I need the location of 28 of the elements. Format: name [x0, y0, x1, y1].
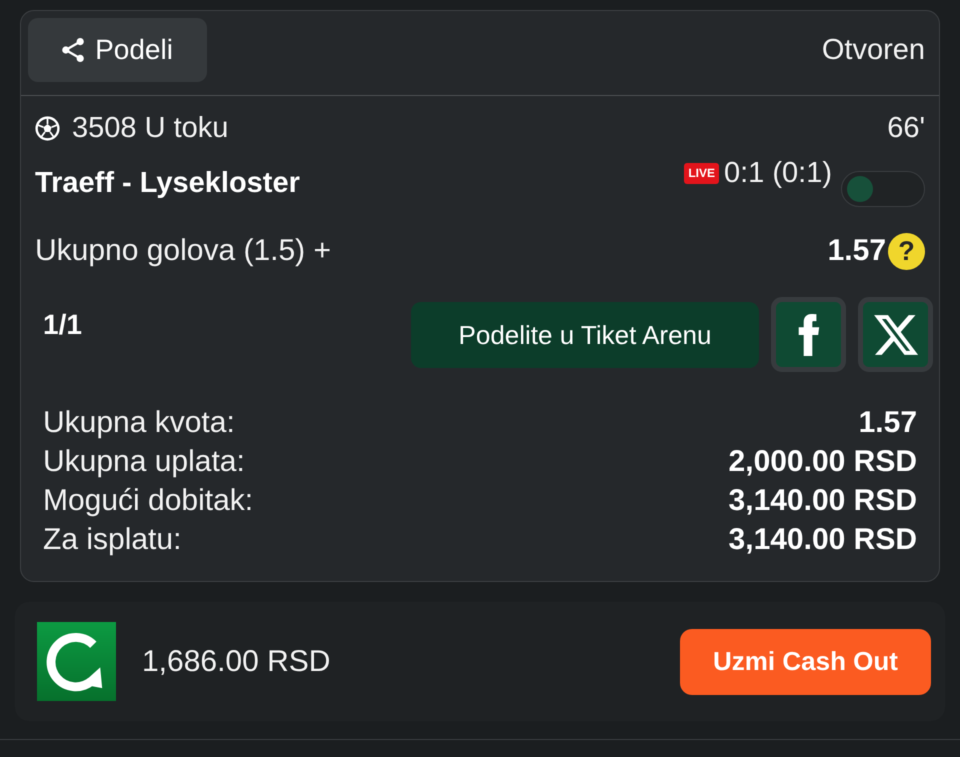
cash-out-amount: 1,686.00 RSD	[142, 644, 330, 678]
summary-value: 3,140.00 RSD	[728, 522, 917, 556]
match-teams: Traeff - Lysekloster	[35, 167, 300, 200]
event-title: 3508 U toku	[72, 112, 228, 144]
share-arena-button[interactable]: Podelite u Tiket Arenu	[411, 302, 759, 368]
summary-label: Ukupna uplata:	[43, 444, 245, 478]
facebook-icon	[798, 314, 820, 356]
match-score: 0:1 (0:1)	[724, 156, 832, 190]
ticket-status: Otvoren	[822, 34, 925, 66]
x-logo-icon	[874, 314, 918, 354]
summary-value: 1.57	[858, 406, 917, 440]
social-share-button[interactable]	[771, 297, 846, 372]
summary-label: Za isplatu:	[43, 522, 182, 556]
toggle-switch[interactable]	[841, 171, 925, 207]
summary-label: Ukupna kvota:	[43, 406, 235, 440]
market-name: Ukupno golova (1.5) +	[35, 234, 332, 268]
social-share-button[interactable]	[858, 297, 933, 372]
share-icon	[62, 38, 84, 62]
summary-value: 2,000.00 RSD	[728, 444, 917, 478]
live-badge: LIVE	[684, 162, 719, 184]
bet-count: 1/1	[43, 309, 82, 341]
help-button[interactable]: ?	[888, 232, 925, 270]
soccer-ball-icon	[35, 116, 60, 140]
summary-label: Mogući dobitak:	[43, 484, 254, 518]
match-minute: 66'	[887, 112, 925, 144]
odds-value: 1.57	[828, 234, 886, 268]
summary-value: 3,140.00 RSD	[728, 484, 917, 518]
share-button[interactable]: Podeli	[28, 18, 207, 82]
